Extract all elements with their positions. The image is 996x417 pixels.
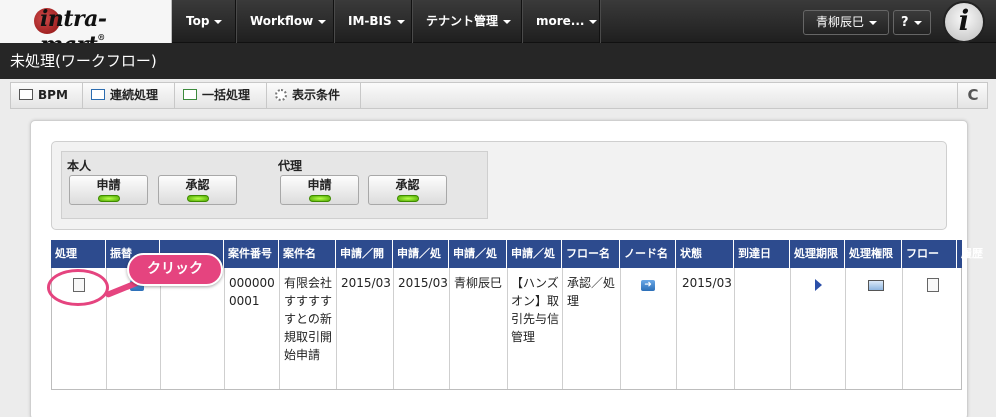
column-divider xyxy=(902,268,903,389)
col-authority[interactable]: 処理権限 xyxy=(845,240,902,268)
nav-workflow[interactable]: Workflow xyxy=(236,0,334,43)
filter-proxy-apply-button[interactable]: 申請 xyxy=(280,175,359,205)
top-navigation-bar: intra-mart® Top Workflow IM-BIS テナント管理 m… xyxy=(0,0,996,58)
column-divider xyxy=(279,268,280,389)
col-apply-process-2[interactable]: 申請／処 xyxy=(449,240,507,268)
row-divider xyxy=(51,389,962,390)
flow-name-cell: 【ハンズオン】取引先与信管理 xyxy=(511,276,560,344)
filter-proxy-apply-label: 申請 xyxy=(307,178,332,192)
col-arrive-date[interactable]: 到達日 xyxy=(734,240,790,268)
flow-image-icon[interactable] xyxy=(868,280,884,291)
click-highlight-ring xyxy=(47,269,109,306)
matter-number-cell: 0000000001 xyxy=(229,276,275,308)
column-divider xyxy=(790,268,791,389)
intra-mart-logo[interactable]: intra-mart® xyxy=(0,0,172,58)
filter-self-approve-label: 承認 xyxy=(185,178,210,192)
node-name-cell: 承認／処理 xyxy=(567,276,616,308)
chevron-down-icon xyxy=(318,19,327,24)
history-icon[interactable] xyxy=(927,278,939,292)
column-divider xyxy=(562,268,563,389)
column-divider xyxy=(336,268,337,389)
toolbar-bpm-button[interactable]: BPM xyxy=(11,83,83,108)
chevron-down-icon xyxy=(503,19,512,24)
applicant-cell: 青柳辰巳 xyxy=(454,276,503,290)
col-deadline[interactable]: 処理期限 xyxy=(790,240,845,268)
continuous-process-icon xyxy=(91,89,105,100)
column-divider xyxy=(393,268,394,389)
column-divider xyxy=(620,268,621,389)
filter-self-apply-label: 申請 xyxy=(96,178,121,192)
toolbar-continuous-button[interactable]: 連続処理 xyxy=(83,83,175,108)
batch-process-icon xyxy=(183,89,197,100)
apply-date-cell-2: 2015/03/2 xyxy=(398,276,447,290)
col-flow-name[interactable]: フロー名 xyxy=(562,240,620,268)
column-divider xyxy=(507,268,508,389)
status-led-icon xyxy=(308,195,331,202)
user-menu-button[interactable]: 青柳辰巳 xyxy=(803,10,889,35)
col-matter-name[interactable]: 案件名 xyxy=(279,240,336,268)
col-apply-open[interactable]: 申請／開 xyxy=(336,240,393,268)
filter-self-approve-button[interactable]: 承認 xyxy=(158,175,237,205)
authority-play-icon[interactable] xyxy=(815,279,822,291)
matter-name-cell[interactable]: 有限会社すすすすすとの新規取引開始申請 xyxy=(284,274,334,364)
arrive-date-cell: 2015/03/2 xyxy=(682,276,732,290)
col-node-name[interactable]: ノード名 xyxy=(620,240,676,268)
column-divider xyxy=(845,268,846,389)
col-matter-number[interactable]: 案件番号 xyxy=(224,240,279,268)
nav-more[interactable]: more... xyxy=(522,0,600,43)
toolbar-bpm-label: BPM xyxy=(38,88,68,102)
col-process[interactable]: 処理 xyxy=(51,240,106,268)
column-divider xyxy=(224,268,225,389)
nav-more-label: more... xyxy=(536,14,585,28)
col-history[interactable]: 履歴 xyxy=(957,240,996,268)
bpm-icon xyxy=(19,89,33,100)
help-label: ? xyxy=(901,15,909,30)
status-arrow-icon[interactable]: ➜ xyxy=(641,280,655,291)
filter-self-apply-button[interactable]: 申請 xyxy=(69,175,148,205)
chevron-down-icon xyxy=(214,19,223,24)
col-flow[interactable]: フロー xyxy=(902,240,957,268)
toolbar-continuous-label: 連続処理 xyxy=(110,88,159,102)
column-divider xyxy=(734,268,735,389)
toolbar-batch-button[interactable]: 一括処理 xyxy=(175,83,267,108)
nav-im-bis[interactable]: IM-BIS xyxy=(334,0,412,43)
nav-im-bis-label: IM-BIS xyxy=(348,14,392,28)
col-apply-process-3[interactable]: 申請／処 xyxy=(507,240,562,268)
chevron-down-icon xyxy=(396,19,405,24)
apply-date-cell-1: 2015/03/2 xyxy=(341,276,391,290)
column-divider xyxy=(449,268,450,389)
reload-icon[interactable]: C xyxy=(957,83,988,108)
nav-workflow-label: Workflow xyxy=(250,14,314,28)
col-apply-process-1[interactable]: 申請／処 xyxy=(393,240,449,268)
chevron-down-icon xyxy=(913,20,922,25)
click-callout-label: クリック xyxy=(127,253,223,286)
gear-icon xyxy=(275,88,287,101)
user-name: 青柳辰巳 xyxy=(816,15,865,29)
filter-proxy-label: 代理 xyxy=(278,159,303,173)
logo-registered-mark: ® xyxy=(97,32,105,42)
toolbar-display-conditions-label: 表示条件 xyxy=(292,88,341,102)
toolbar-batch-label: 一括処理 xyxy=(202,88,251,102)
status-led-icon xyxy=(396,195,419,202)
toolbar-display-conditions-button[interactable]: 表示条件 xyxy=(267,83,361,108)
chevron-down-icon xyxy=(869,20,878,25)
info-logo-icon[interactable]: i xyxy=(943,1,985,43)
page-title: 未処理(ワークフロー) xyxy=(0,43,996,79)
nav-top-label: Top xyxy=(186,14,210,28)
column-divider xyxy=(676,268,677,389)
filter-proxy-approve-label: 承認 xyxy=(395,178,420,192)
col-status[interactable]: 状態 xyxy=(676,240,734,268)
chevron-down-icon xyxy=(589,19,598,24)
status-led-icon xyxy=(186,195,209,202)
nav-tenant-admin-label: テナント管理 xyxy=(426,14,499,28)
nav-tenant-admin[interactable]: テナント管理 xyxy=(412,0,522,43)
nav-top[interactable]: Top xyxy=(172,0,236,43)
status-led-icon xyxy=(97,195,120,202)
filter-self-label: 本人 xyxy=(67,159,92,173)
filter-proxy-approve-button[interactable]: 承認 xyxy=(368,175,447,205)
toolbar: BPM 連続処理 一括処理 表示条件 C xyxy=(10,82,988,109)
column-divider xyxy=(160,268,161,389)
help-menu-button[interactable]: ? xyxy=(893,10,931,35)
